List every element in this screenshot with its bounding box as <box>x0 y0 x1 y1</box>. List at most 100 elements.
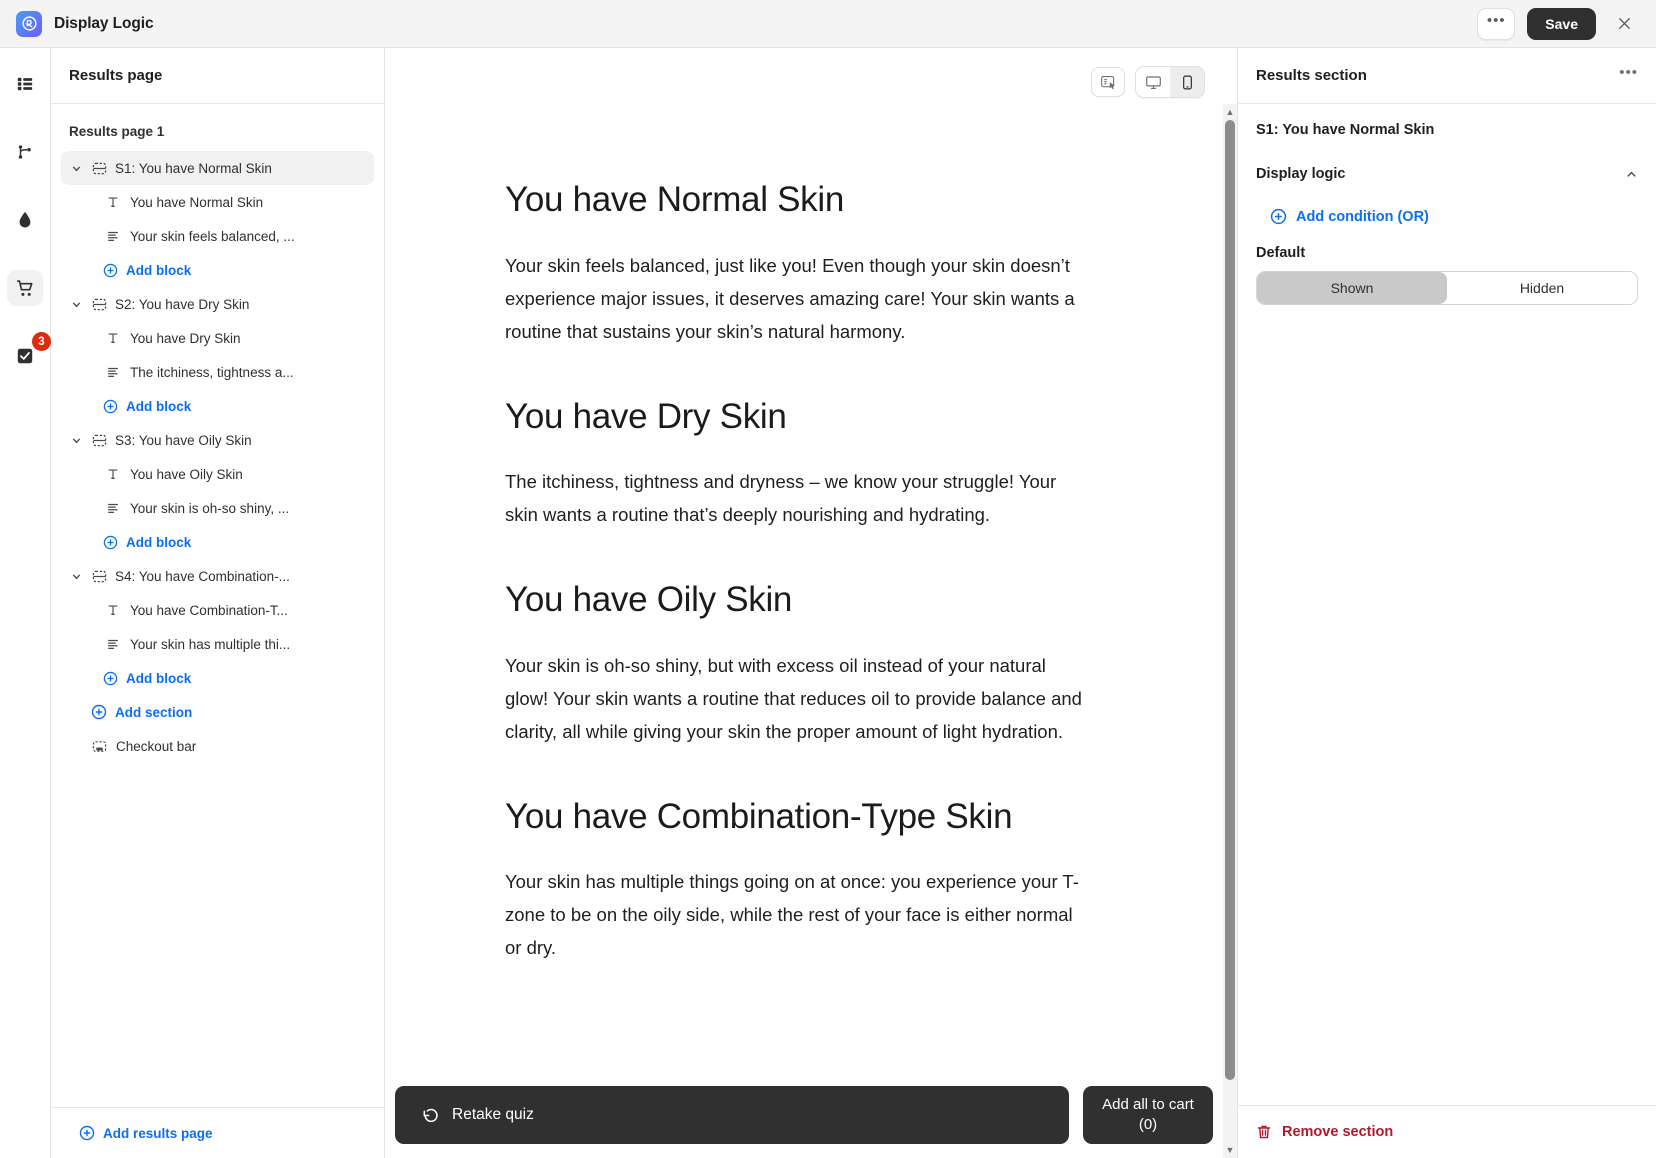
sidebar-section-s2[interactable]: S2: You have Dry Skin <box>61 287 374 321</box>
preview-toolbar <box>1091 66 1205 98</box>
sidebar-block-s1-title[interactable]: You have Normal Skin <box>61 185 374 219</box>
sidebar-block-label: You have Dry Skin <box>130 330 241 346</box>
section-icon <box>91 161 107 176</box>
rail-item-theme[interactable] <box>7 202 43 238</box>
sidebar-block-s3-title[interactable]: You have Oily Skin <box>61 457 374 491</box>
top-bar: Display Logic ••• Save <box>0 0 1656 48</box>
preview-heading: You have Combination-Type Skin <box>505 796 1013 836</box>
scrollbar-thumb[interactable] <box>1225 120 1235 1080</box>
sidebar-block-s3-body[interactable]: Your skin is oh-so shiny, ... <box>61 491 374 525</box>
body: 3 Results page Results page 1 S1: You ha… <box>0 48 1656 1158</box>
app-root: Display Logic ••• Save 3 Results page Re… <box>0 0 1656 1158</box>
plus-circle-icon <box>103 263 118 278</box>
add-block-label: Add block <box>126 670 192 686</box>
rail-item-cart[interactable] <box>7 270 43 306</box>
section-icon <box>91 297 107 312</box>
preview-paragraph: Your skin has multiple things going on a… <box>505 871 1079 959</box>
add-section-button[interactable]: Add section <box>61 695 374 729</box>
top-actions: ••• Save <box>1477 7 1640 40</box>
paragraph-block-icon <box>105 501 121 515</box>
preview-paragraph: Your skin is oh-so shiny, but with exces… <box>505 654 1082 742</box>
save-button[interactable]: Save <box>1527 7 1596 40</box>
sidebar-block-label: You have Oily Skin <box>130 466 243 482</box>
add-block-button-s2[interactable]: Add block <box>61 389 374 423</box>
desktop-icon[interactable] <box>1136 67 1170 97</box>
chevron-down-icon <box>69 163 83 174</box>
default-label: Default <box>1256 245 1306 261</box>
content-blocks-icon <box>16 75 34 93</box>
sidebar-section-s4[interactable]: S4: You have Combination-... <box>61 559 374 593</box>
quiz-footer: Retake quiz Add all to cart (0) <box>385 1086 1223 1144</box>
icon-rail: 3 <box>0 48 51 1158</box>
sidebar-block-s4-title[interactable]: You have Combination-T... <box>61 593 374 627</box>
text-block-icon <box>105 467 121 481</box>
sidebar-section-label: S3: You have Oily Skin <box>115 432 252 448</box>
retake-quiz-button[interactable]: Retake quiz <box>395 1086 1069 1144</box>
checkbox-results-icon <box>16 347 34 365</box>
preview-document: You have Normal Skin Your skin feels bal… <box>385 48 1223 965</box>
add-block-label: Add block <box>126 534 192 550</box>
sidebar-section-label: S2: You have Dry Skin <box>115 296 250 312</box>
sidebar-section-s3[interactable]: S3: You have Oily Skin <box>61 423 374 457</box>
right-panel-body: S1: You have Normal Skin Display logic A… <box>1238 104 1656 1105</box>
add-condition-button[interactable]: Add condition (OR) <box>1256 208 1638 225</box>
results-badge: 3 <box>32 332 51 351</box>
toggle-hidden-option[interactable]: Hidden <box>1447 272 1637 304</box>
scroll-up-arrow-icon[interactable]: ▲ <box>1226 104 1235 120</box>
sidebar-header-title: Results page <box>51 48 384 104</box>
paragraph-block-icon <box>105 637 121 651</box>
right-panel-header: Results section ••• <box>1238 48 1656 104</box>
scrollbar-track[interactable] <box>1223 120 1237 1142</box>
canvas-scrollbar[interactable]: ▲ ▼ <box>1223 104 1237 1158</box>
interactive-preview-icon[interactable] <box>1091 67 1125 97</box>
trash-icon <box>1256 1124 1272 1140</box>
toggle-shown-option[interactable]: Shown <box>1257 272 1447 304</box>
right-panel-more-button[interactable]: ••• <box>1619 65 1638 82</box>
right-panel-footer: Remove section <box>1238 1105 1656 1158</box>
preview-paragraph: Your skin feels balanced, just like you!… <box>505 254 1075 342</box>
checkout-bar-icon <box>91 739 107 754</box>
cart-icon <box>16 279 35 298</box>
brand: Display Logic <box>16 10 154 37</box>
sidebar-block-label: Your skin is oh-so shiny, ... <box>130 500 290 516</box>
add-block-button-s3[interactable]: Add block <box>61 525 374 559</box>
sidebar-block-s4-body[interactable]: Your skin has multiple thi... <box>61 627 374 661</box>
plus-circle-icon <box>103 399 118 414</box>
section-icon <box>91 433 107 448</box>
viewport-toggle-group <box>1135 66 1205 98</box>
sidebar-block-s2-body[interactable]: The itchiness, tightness a... <box>61 355 374 389</box>
sidebar-block-label: You have Normal Skin <box>130 194 264 210</box>
sidebar-tree: Results page 1 S1: You have Normal Skin <box>51 104 384 1107</box>
checkout-bar-item[interactable]: Checkout bar <box>61 729 374 763</box>
add-block-button-s1[interactable]: Add block <box>61 253 374 287</box>
display-logic-accordion[interactable]: Display logic <box>1256 166 1638 182</box>
preview-heading: You have Oily Skin <box>505 580 793 620</box>
sidebar-block-label: You have Combination-T... <box>130 602 288 618</box>
remove-section-button[interactable]: Remove section <box>1256 1124 1638 1140</box>
sidebar-section-s1[interactable]: S1: You have Normal Skin <box>61 151 374 185</box>
rail-item-content[interactable] <box>7 66 43 102</box>
add-block-button-s4[interactable]: Add block <box>61 661 374 695</box>
scroll-down-arrow-icon[interactable]: ▼ <box>1226 1142 1235 1158</box>
sidebar-block-label: Your skin feels balanced, ... <box>130 228 295 244</box>
retake-quiz-label: Retake quiz <box>452 1106 534 1123</box>
mobile-icon[interactable] <box>1170 67 1204 97</box>
selected-section-name: S1: You have Normal Skin <box>1256 122 1435 138</box>
add-results-page-button[interactable]: Add results page <box>61 1116 374 1150</box>
app-title: Display Logic <box>54 14 154 32</box>
rail-item-results[interactable]: 3 <box>7 332 51 374</box>
sidebar-section-label: S4: You have Combination-... <box>115 568 290 584</box>
preview-heading: You have Dry Skin <box>505 396 787 436</box>
checkout-bar-label: Checkout bar <box>116 738 197 754</box>
close-icon[interactable] <box>1608 8 1640 40</box>
sidebar: Results page Results page 1 S1: You have… <box>51 48 385 1158</box>
plus-circle-icon <box>103 535 118 550</box>
add-section-label: Add section <box>115 704 193 720</box>
more-options-button[interactable]: ••• <box>1477 7 1516 40</box>
sidebar-block-s2-title[interactable]: You have Dry Skin <box>61 321 374 355</box>
add-all-to-cart-button[interactable]: Add all to cart (0) <box>1083 1086 1213 1144</box>
rail-item-logic[interactable] <box>7 134 43 170</box>
right-panel-title: Results section <box>1256 67 1367 84</box>
sidebar-block-s1-body[interactable]: Your skin feels balanced, ... <box>61 219 374 253</box>
add-block-label: Add block <box>126 262 192 278</box>
